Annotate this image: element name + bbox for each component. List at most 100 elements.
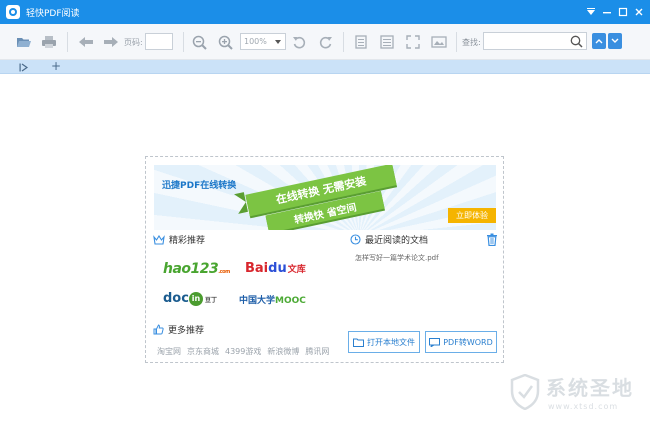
recent-heading-text: 最近阅读的文档	[365, 236, 429, 246]
fullscreen-button[interactable]	[404, 33, 422, 51]
close-button[interactable]	[632, 5, 646, 19]
docin-logo[interactable]: doc in 豆丁	[163, 291, 217, 306]
more-heading: 更多推荐	[153, 323, 204, 336]
page-label: 页码:	[124, 38, 143, 47]
print-button[interactable]	[40, 33, 58, 51]
zoom-level-select[interactable]: 100%	[240, 33, 286, 50]
search-icon[interactable]	[570, 35, 583, 48]
rotate-right-button[interactable]	[316, 33, 334, 51]
docin-logo-text-a: doc	[163, 291, 189, 306]
find-input[interactable]	[486, 34, 566, 48]
menu-down-icon	[587, 8, 595, 15]
toolbar: 页码: 100% 查找:	[0, 24, 650, 60]
maximize-icon	[618, 7, 628, 17]
next-page-button[interactable]	[102, 33, 120, 51]
find-next-button[interactable]	[608, 33, 622, 49]
recent-file-item[interactable]: 怎样写好一篇学术论文.pdf	[355, 253, 439, 263]
watermark-text: 系统圣地	[546, 376, 634, 400]
docin-logo-text-b: in	[188, 292, 203, 306]
link-qq[interactable]: 腾讯网	[305, 346, 329, 357]
toolbar-separator	[67, 32, 68, 52]
zoom-out-icon	[192, 35, 207, 50]
single-page-view-button[interactable]	[352, 33, 370, 51]
previous-page-button[interactable]	[77, 33, 95, 51]
app-title: 轻快PDF阅读	[26, 8, 80, 19]
link-4399[interactable]: 4399游戏	[225, 346, 261, 357]
zoom-in-button[interactable]	[216, 33, 234, 51]
find-previous-button[interactable]	[592, 33, 606, 49]
zoom-in-icon	[218, 35, 233, 50]
mooc-logo[interactable]: 中国大学MOOC	[239, 293, 306, 306]
hao123-logo-suffix: .com	[218, 269, 230, 275]
start-panel: 迅捷PDF在线转换 在线转换 无需安装 转换快 省空间 立即体验 精彩推荐 最近…	[145, 156, 504, 363]
chevron-up-icon	[595, 39, 603, 44]
continuous-view-button[interactable]	[378, 33, 396, 51]
recent-file-name: 怎样写好一篇学术论文.pdf	[355, 254, 439, 262]
find-label: 查找:	[462, 38, 481, 47]
new-tab-button[interactable]: +	[50, 60, 62, 74]
sidebar-expand-icon	[19, 63, 28, 71]
recommend-heading-text: 精彩推荐	[169, 236, 206, 246]
link-jd[interactable]: 京东商城	[187, 346, 219, 357]
try-now-button[interactable]: 立即体验	[448, 208, 496, 223]
toolbar-separator	[183, 32, 184, 52]
pdf-to-word-label: PDF转WORD	[443, 337, 493, 347]
baidu-wenku-logo[interactable]: Baidu文库	[245, 261, 306, 276]
fullscreen-icon	[406, 35, 420, 49]
hao123-logo[interactable]: hao123.com	[163, 261, 230, 277]
mooc-logo-text-a: 中国大学	[239, 296, 276, 306]
single-page-icon	[355, 35, 367, 49]
mooc-logo-text-b: MOOC	[275, 296, 306, 306]
window-controls	[582, 0, 646, 24]
zoom-level-value: 100%	[244, 37, 267, 46]
open-local-file-button[interactable]: 打开本地文件	[348, 331, 420, 353]
arrow-left-icon	[79, 37, 93, 47]
toolbar-separator	[343, 32, 344, 52]
docin-logo-text-c: 豆丁	[204, 297, 217, 304]
page-number-input[interactable]	[145, 33, 173, 50]
link-weibo[interactable]: 新浪微博	[267, 346, 299, 357]
pdf-online-convert-banner[interactable]: 迅捷PDF在线转换 在线转换 无需安装 转换快 省空间 立即体验	[154, 165, 496, 230]
folder-open-icon	[17, 38, 31, 47]
baidu-logo-text-a: Bai	[245, 261, 269, 276]
open-file-button[interactable]	[15, 33, 33, 51]
folder-icon	[353, 338, 364, 347]
tab-strip: +	[0, 60, 650, 74]
crown-icon	[153, 234, 165, 245]
find-box	[483, 32, 587, 50]
link-taobao[interactable]: 淘宝网	[157, 346, 181, 357]
thumbs-up-icon	[153, 324, 164, 335]
sidebar-toggle-button[interactable]	[18, 61, 28, 73]
rotate-right-icon	[319, 36, 332, 48]
rotate-left-button[interactable]	[290, 33, 308, 51]
convert-icon	[429, 337, 441, 347]
app-logo-icon	[6, 5, 20, 19]
recommend-heading: 精彩推荐	[153, 233, 205, 246]
banner-title: 迅捷PDF在线转换	[162, 181, 237, 191]
image-icon	[431, 36, 447, 48]
rotate-left-icon	[292, 36, 305, 48]
watermark-url: www.xtsd.com	[548, 402, 619, 411]
recent-heading: 最近阅读的文档	[350, 233, 428, 246]
screenshot-button[interactable]	[430, 33, 448, 51]
minimize-icon	[603, 12, 611, 14]
more-heading-text: 更多推荐	[168, 326, 205, 336]
pdf-to-word-button[interactable]: PDF转WORD	[425, 331, 497, 353]
chevron-down-icon	[611, 38, 619, 43]
printer-icon	[42, 36, 56, 48]
baidu-logo-text-b: du	[268, 261, 287, 276]
close-icon	[635, 8, 643, 16]
zoom-out-button[interactable]	[190, 33, 208, 51]
toolbar-separator	[456, 32, 457, 52]
pdf-reader-window: 轻快PDF阅读 页码: 100% 查找: + 迅捷PDF在线转换 在线转换 无需…	[0, 0, 650, 426]
menu-dropdown-button[interactable]	[584, 5, 598, 19]
shield-logo-icon	[510, 374, 540, 410]
arrow-right-icon	[104, 37, 118, 47]
maximize-button[interactable]	[616, 5, 630, 19]
trash-icon[interactable]	[486, 233, 498, 246]
site-watermark: 系统圣地 www.xtsd.com	[508, 370, 648, 422]
title-bar: 轻快PDF阅读	[0, 0, 650, 24]
continuous-page-icon	[380, 35, 394, 49]
hao123-logo-text: hao123	[163, 261, 219, 277]
minimize-button[interactable]	[600, 5, 614, 19]
